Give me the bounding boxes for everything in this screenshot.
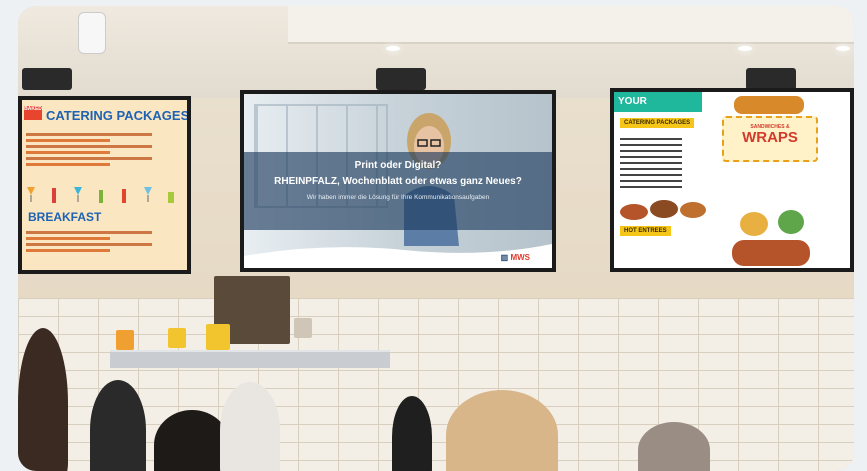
menu-section-label: HOT ENTREES — [620, 226, 671, 236]
cup-icon — [168, 328, 186, 348]
customer — [638, 422, 710, 471]
food-icon — [740, 212, 768, 236]
headline-line-3: Wir haben immer die Lösung für Ihre Komm… — [306, 194, 490, 201]
speaker-icon — [22, 68, 72, 90]
menu-section-label: CATERING PACKAGES — [620, 118, 695, 128]
sandwich-icon — [680, 202, 706, 218]
security-camera-icon — [78, 12, 106, 54]
right-menu-screen: YOUR CATERING PACKAGES HOT ENTREES SANDW… — [610, 88, 854, 272]
burger-icon — [650, 200, 678, 218]
ceiling-soffit — [288, 6, 854, 44]
photo-frame: BAKED CATERING PACKAGES BREAKFAST Print … — [0, 0, 867, 471]
menu-title: CATERING PACKAGES — [46, 108, 187, 123]
menu-badge: BAKED — [24, 106, 42, 120]
restaurant-photo: BAKED CATERING PACKAGES BREAKFAST Print … — [18, 6, 854, 471]
ceiling-light — [836, 46, 850, 51]
drink-icon — [98, 190, 103, 203]
drink-icon — [27, 187, 35, 202]
menu-items — [620, 134, 708, 192]
drink-icon — [122, 189, 127, 203]
cup-icon — [294, 318, 312, 338]
cup-icon — [206, 324, 230, 350]
drink-icon — [167, 192, 174, 203]
headline-line-1: Print oder Digital? — [354, 160, 442, 171]
menu-items — [26, 130, 166, 169]
breakfast-items — [26, 228, 166, 255]
drink-icon — [143, 187, 152, 202]
center-ad-screen: Print oder Digital? RHEINPFALZ, Wochenbl… — [240, 90, 556, 272]
wrap-icon — [732, 240, 810, 266]
cup-icon — [116, 330, 134, 350]
ceiling-light — [386, 46, 400, 51]
speaker-icon — [746, 68, 796, 90]
menu-header: YOUR — [614, 92, 702, 112]
customer — [154, 410, 230, 471]
speaker-icon — [376, 68, 426, 90]
food-icon — [734, 96, 804, 114]
food-icon — [778, 210, 804, 234]
promo-box: SANDWICHES & WRAPS — [722, 116, 818, 162]
customer — [18, 328, 68, 471]
headline-line-2: RHEINPFALZ, Wochenblatt oder etwas ganz … — [274, 176, 522, 187]
drink-icon — [52, 188, 57, 203]
customer-raised-arm — [392, 396, 432, 471]
customer-blonde — [446, 390, 558, 471]
ceiling-light — [738, 46, 752, 51]
counter-shelf — [110, 350, 390, 368]
mws-logo: ▥ MWS — [500, 253, 530, 262]
menu-section-title: BREAKFAST — [28, 210, 102, 224]
drink-icon — [73, 187, 82, 202]
sandwich-icon — [620, 204, 648, 220]
drink-icons — [26, 182, 176, 204]
customer — [220, 382, 280, 471]
customer-with-cap — [90, 380, 146, 471]
left-menu-screen: BAKED CATERING PACKAGES BREAKFAST — [18, 96, 191, 274]
